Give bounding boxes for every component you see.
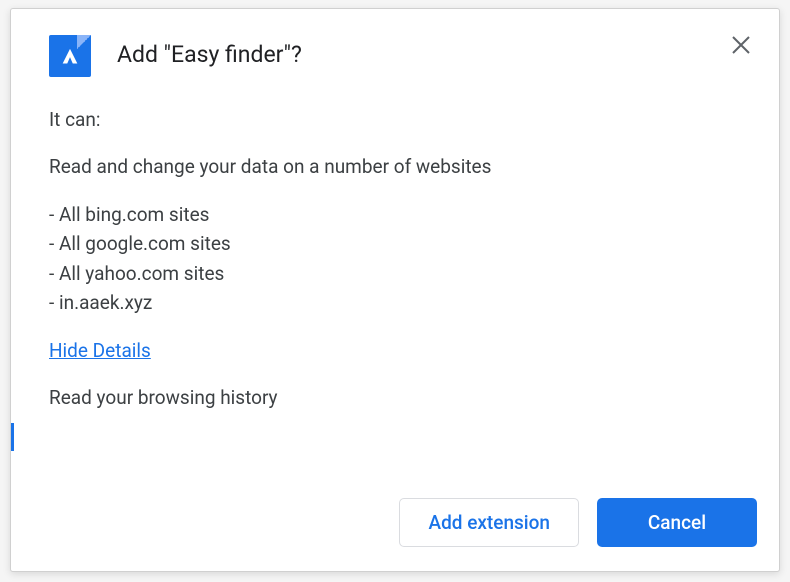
close-button[interactable] <box>725 31 757 63</box>
accent-bar <box>11 423 14 451</box>
hide-details-link[interactable]: Hide Details <box>49 336 151 365</box>
permission-browsing-history: Read your browsing history <box>49 383 741 412</box>
permission-read-change: Read and change your data on a number of… <box>49 152 741 181</box>
cancel-button[interactable]: Cancel <box>597 498 757 547</box>
site-list: - All bing.com sites - All google.com si… <box>49 200 741 318</box>
site-item: - All yahoo.com sites <box>49 259 741 288</box>
it-can-label: It can: <box>49 105 741 134</box>
site-item: - in.aaek.xyz <box>49 288 741 317</box>
site-item: - All bing.com sites <box>49 200 741 229</box>
site-item: - All google.com sites <box>49 229 741 258</box>
dialog-body: It can: Read and change your data on a n… <box>11 87 779 480</box>
dialog-footer: Add extension Cancel <box>11 480 779 571</box>
dialog-header: Add "Easy finder"? <box>11 9 779 87</box>
dialog-title: Add "Easy finder"? <box>117 31 302 68</box>
add-extension-button[interactable]: Add extension <box>399 498 579 547</box>
extension-icon <box>49 35 91 77</box>
close-icon <box>732 35 750 60</box>
extension-install-dialog: Add "Easy finder"? It can: Read and chan… <box>10 8 780 572</box>
